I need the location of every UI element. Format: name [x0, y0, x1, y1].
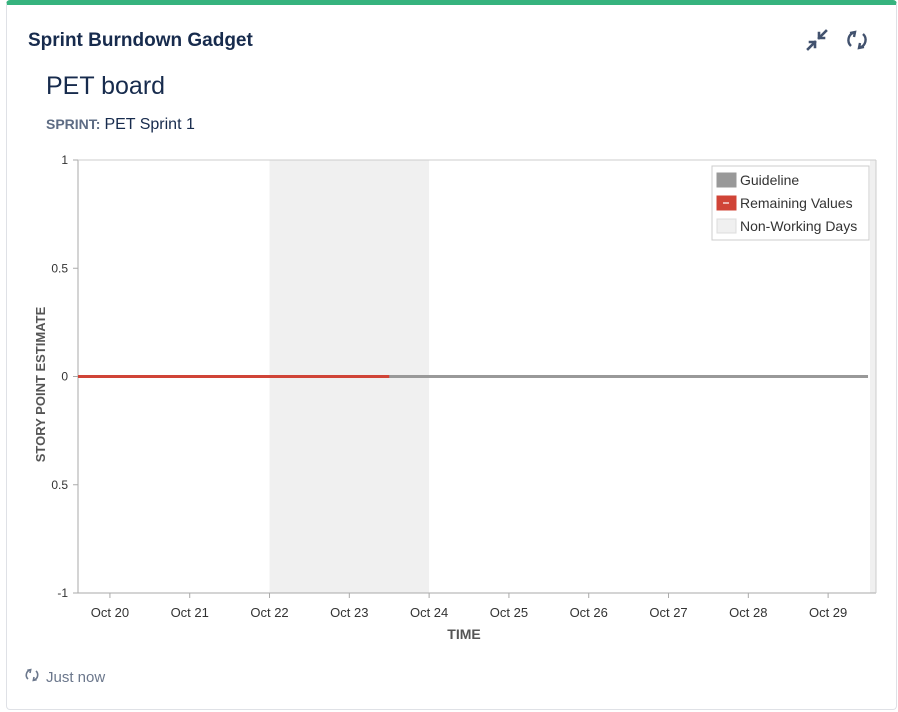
- refresh-footer: Just now: [24, 667, 105, 687]
- legend-non-working-days-label: Non-Working Days: [740, 218, 857, 234]
- x-tick-label: Oct 21: [171, 605, 209, 620]
- y-axis-label: STORY POINT ESTIMATE: [33, 306, 48, 462]
- x-tick-label: Oct 23: [330, 605, 368, 620]
- y-tick-label: 0: [61, 370, 68, 384]
- burndown-chart-area: 1 0.5 0 0.5 -1 Oct 20 Oct 21 Oct 22 Oct 23 Oct 24…: [0, 0, 898, 712]
- legend-guideline-label: Guideline: [740, 172, 799, 188]
- legend-non-working-days-swatch: [716, 218, 737, 234]
- non-working-days-band-edge: [870, 160, 876, 593]
- x-tick-label: Oct 20: [91, 605, 129, 620]
- y-tick-label: 1: [61, 153, 68, 167]
- legend-remaining-values-label: Remaining Values: [740, 195, 853, 211]
- y-tick-label: 0.5: [51, 478, 68, 492]
- x-tick-label: Oct 26: [570, 605, 608, 620]
- legend-guideline-swatch: [716, 172, 737, 188]
- x-tick-label: Oct 25: [490, 605, 528, 620]
- last-updated-text: Just now: [46, 668, 106, 686]
- x-tick-label: Oct 28: [729, 605, 767, 620]
- footer-refresh-icon[interactable]: [24, 667, 40, 687]
- x-tick-label: Oct 29: [809, 605, 847, 620]
- x-axis-label: TIME: [447, 626, 480, 642]
- y-tick-label: -1: [57, 586, 68, 600]
- x-tick-label: Oct 24: [410, 605, 448, 620]
- burndown-chart: 1 0.5 0 0.5 -1 Oct 20 Oct 21 Oct 22 Oct 23 Oct 24…: [33, 153, 877, 642]
- x-tick-label: Oct 22: [250, 605, 288, 620]
- x-tick-label: Oct 27: [649, 605, 687, 620]
- y-tick-label: 0.5: [51, 261, 68, 275]
